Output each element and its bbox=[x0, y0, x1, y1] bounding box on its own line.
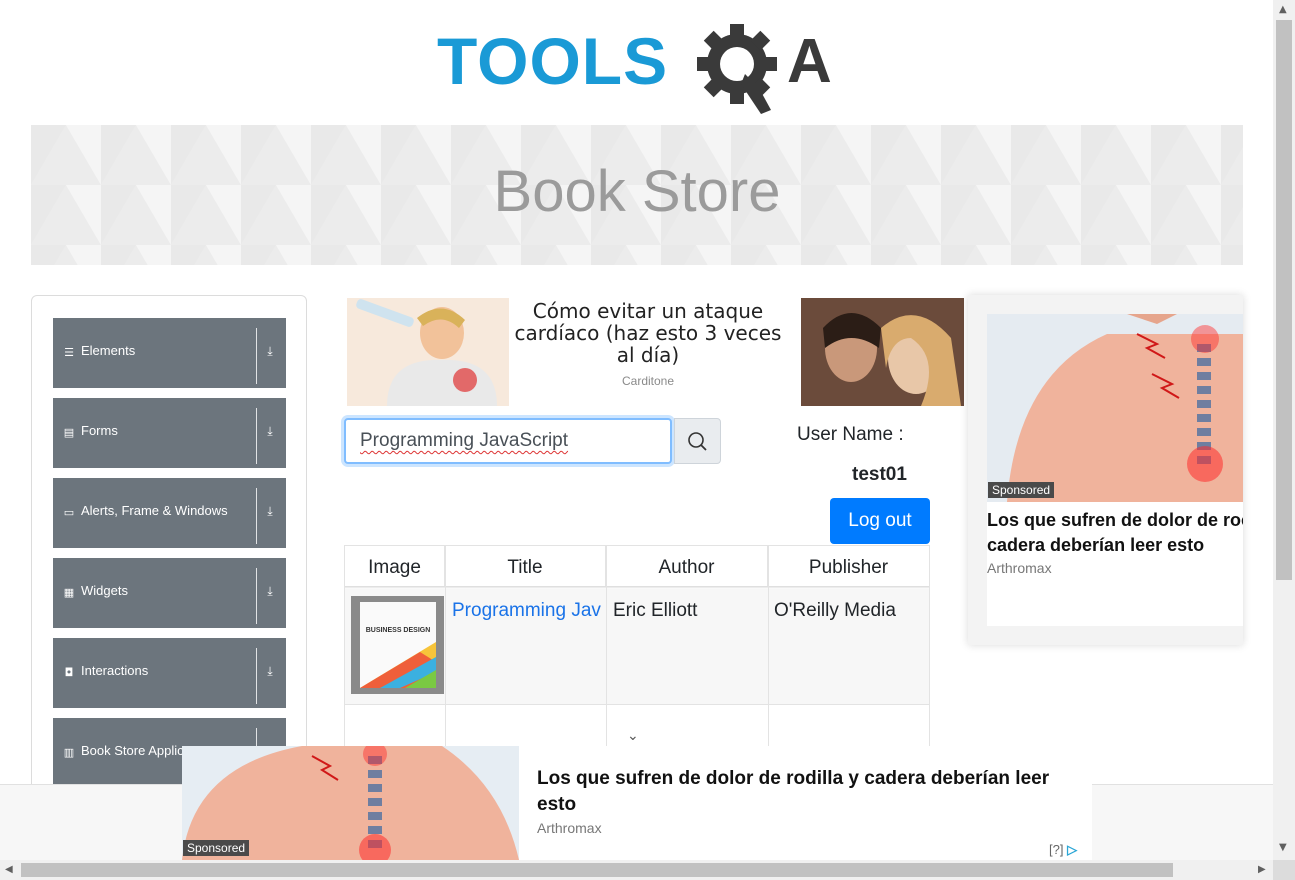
ad-headline-line2: cadera deberían leer esto bbox=[987, 535, 1205, 555]
ad-illustration bbox=[347, 298, 509, 406]
ad-info-text: [?] bbox=[1049, 842, 1064, 857]
ad-image-back-pain: Sponsored bbox=[182, 746, 519, 860]
sidebar: ☰ Elements ⤓ ▤ Forms ⤓ ▭ Alerts, Frame &… bbox=[31, 295, 307, 817]
row-separator bbox=[345, 704, 929, 705]
vertical-scrollbar[interactable]: ▲ ▼ bbox=[1273, 0, 1295, 860]
column-header-publisher[interactable]: Publisher bbox=[768, 546, 929, 586]
separator bbox=[256, 488, 257, 544]
sidebar-item-label: Book Store Applicat bbox=[81, 743, 195, 758]
ad-photo bbox=[801, 298, 964, 406]
cover-art: BUSINESS DESIGN bbox=[360, 602, 436, 688]
book-cover-image: BUSINESS DESIGN bbox=[351, 596, 444, 694]
book-title-link[interactable]: Programming Jav bbox=[452, 600, 604, 622]
header-shadow bbox=[345, 586, 929, 589]
download-arrow-icon: ⤓ bbox=[267, 584, 273, 598]
ad-source[interactable]: Arthromax bbox=[537, 820, 602, 836]
search-button[interactable] bbox=[674, 418, 721, 464]
column-divider bbox=[606, 546, 607, 750]
cover-title: BUSINESS DESIGN bbox=[366, 627, 431, 634]
sponsored-badge: Sponsored bbox=[988, 482, 1055, 498]
scroll-down-icon[interactable]: ▼ bbox=[1279, 842, 1287, 853]
adchoices-icon: ▷ bbox=[1067, 842, 1078, 857]
page-banner: Book Store bbox=[31, 125, 1243, 265]
grid-icon: ▦ bbox=[63, 586, 75, 599]
toolsqa-logo[interactable]: TOOLS A bbox=[437, 18, 847, 114]
download-arrow-icon: ⤓ bbox=[267, 504, 273, 518]
sidebar-item-widgets[interactable]: ▦ Widgets ⤓ bbox=[53, 558, 286, 628]
vertical-scroll-thumb[interactable] bbox=[1276, 20, 1292, 580]
separator bbox=[256, 648, 257, 704]
logout-button[interactable]: Log out bbox=[830, 498, 930, 544]
logo-text: TOOLS bbox=[437, 24, 669, 98]
horizontal-scroll-thumb[interactable] bbox=[21, 863, 1173, 877]
ad-headline[interactable]: Los que sufren de dolor de rodilla y cad… bbox=[537, 766, 1087, 818]
ad-info-link[interactable]: [?] ▷ bbox=[1049, 842, 1077, 858]
ad-image-couple[interactable] bbox=[801, 298, 964, 406]
scroll-left-icon[interactable]: ◀ bbox=[5, 864, 13, 875]
scroll-right-icon[interactable]: ▶ bbox=[1258, 864, 1266, 875]
column-divider bbox=[768, 546, 769, 750]
book-author: Eric Elliott bbox=[613, 600, 698, 621]
sponsored-badge: Sponsored bbox=[183, 840, 250, 856]
chevron-down-icon[interactable]: ⌄ bbox=[627, 728, 639, 744]
ad-image-back-pain: Sponsored bbox=[987, 314, 1243, 502]
scrollbar-corner bbox=[1273, 860, 1295, 880]
books-table: Image Title Author Publisher BUSINESS DE… bbox=[344, 545, 930, 750]
search-input-value: Programming JavaScript bbox=[360, 430, 569, 451]
column-divider bbox=[445, 546, 446, 750]
books-icon: ▥ bbox=[63, 746, 75, 759]
separator bbox=[256, 408, 257, 464]
download-arrow-icon: ⤓ bbox=[267, 424, 273, 438]
book-publisher: O'Reilly Media bbox=[774, 600, 896, 621]
user-name-label: User Name : bbox=[797, 424, 904, 445]
menu-icon: ☰ bbox=[64, 346, 74, 359]
sidebar-item-label: Interactions bbox=[81, 663, 149, 678]
download-arrow-icon: ⤓ bbox=[267, 344, 273, 358]
book-cover: BUSINESS DESIGN bbox=[360, 602, 436, 688]
sidebar-item-elements[interactable]: ☰ Elements ⤓ bbox=[53, 318, 286, 388]
separator bbox=[256, 328, 257, 384]
page-title: Book Store bbox=[493, 159, 781, 224]
right-ad-card[interactable]: Sponsored Los que sufren de dolor de roc… bbox=[987, 314, 1243, 626]
bottom-ad[interactable]: Sponsored Los que sufren de dolor de rod… bbox=[182, 746, 1092, 860]
column-header-author[interactable]: Author bbox=[606, 546, 768, 586]
search-input[interactable]: Programming JavaScript bbox=[344, 418, 672, 464]
gear-q-icon: A bbox=[697, 24, 832, 114]
horizontal-scrollbar[interactable]: ◀ ▶ bbox=[0, 860, 1273, 880]
separator bbox=[256, 568, 257, 624]
sidebar-item-label: Elements bbox=[81, 343, 136, 358]
sidebar-item-label: Widgets bbox=[81, 583, 128, 598]
sidebar-item-alerts[interactable]: ▭ Alerts, Frame & Windows ⤓ bbox=[53, 478, 286, 548]
document-icon: ▤ bbox=[63, 426, 75, 439]
search-icon bbox=[688, 432, 707, 451]
ad-source[interactable]: Carditone bbox=[512, 374, 784, 388]
pointer-icon: ◘ bbox=[64, 666, 74, 679]
ad-headline-line1: Los que sufren de dolor de roc bbox=[987, 510, 1243, 530]
column-header-title[interactable]: Title bbox=[445, 546, 606, 586]
ad-headline[interactable]: Los que sufren de dolor de roc cadera de… bbox=[987, 508, 1243, 558]
spine-illustration bbox=[987, 314, 1243, 502]
ad-source[interactable]: Arthromax bbox=[987, 560, 1052, 576]
sidebar-item-forms[interactable]: ▤ Forms ⤓ bbox=[53, 398, 286, 468]
download-arrow-icon: ⤓ bbox=[267, 664, 273, 678]
scroll-up-icon[interactable]: ▲ bbox=[1279, 4, 1287, 15]
ad-headline[interactable]: Cómo evitar un ataque cardíaco (haz esto… bbox=[512, 300, 784, 366]
sidebar-item-label: Alerts, Frame & Windows bbox=[81, 503, 228, 518]
user-name-value: test01 bbox=[852, 464, 907, 485]
window-icon: ▭ bbox=[63, 506, 75, 519]
column-header-image[interactable]: Image bbox=[345, 546, 445, 586]
ad-image-heart[interactable] bbox=[347, 298, 509, 406]
sidebar-item-label: Forms bbox=[81, 423, 118, 438]
sidebar-item-interactions[interactable]: ◘ Interactions ⤓ bbox=[53, 638, 286, 708]
right-ad[interactable]: Sponsored Los que sufren de dolor de roc… bbox=[968, 295, 1243, 645]
logo-suffix: A bbox=[787, 27, 832, 96]
